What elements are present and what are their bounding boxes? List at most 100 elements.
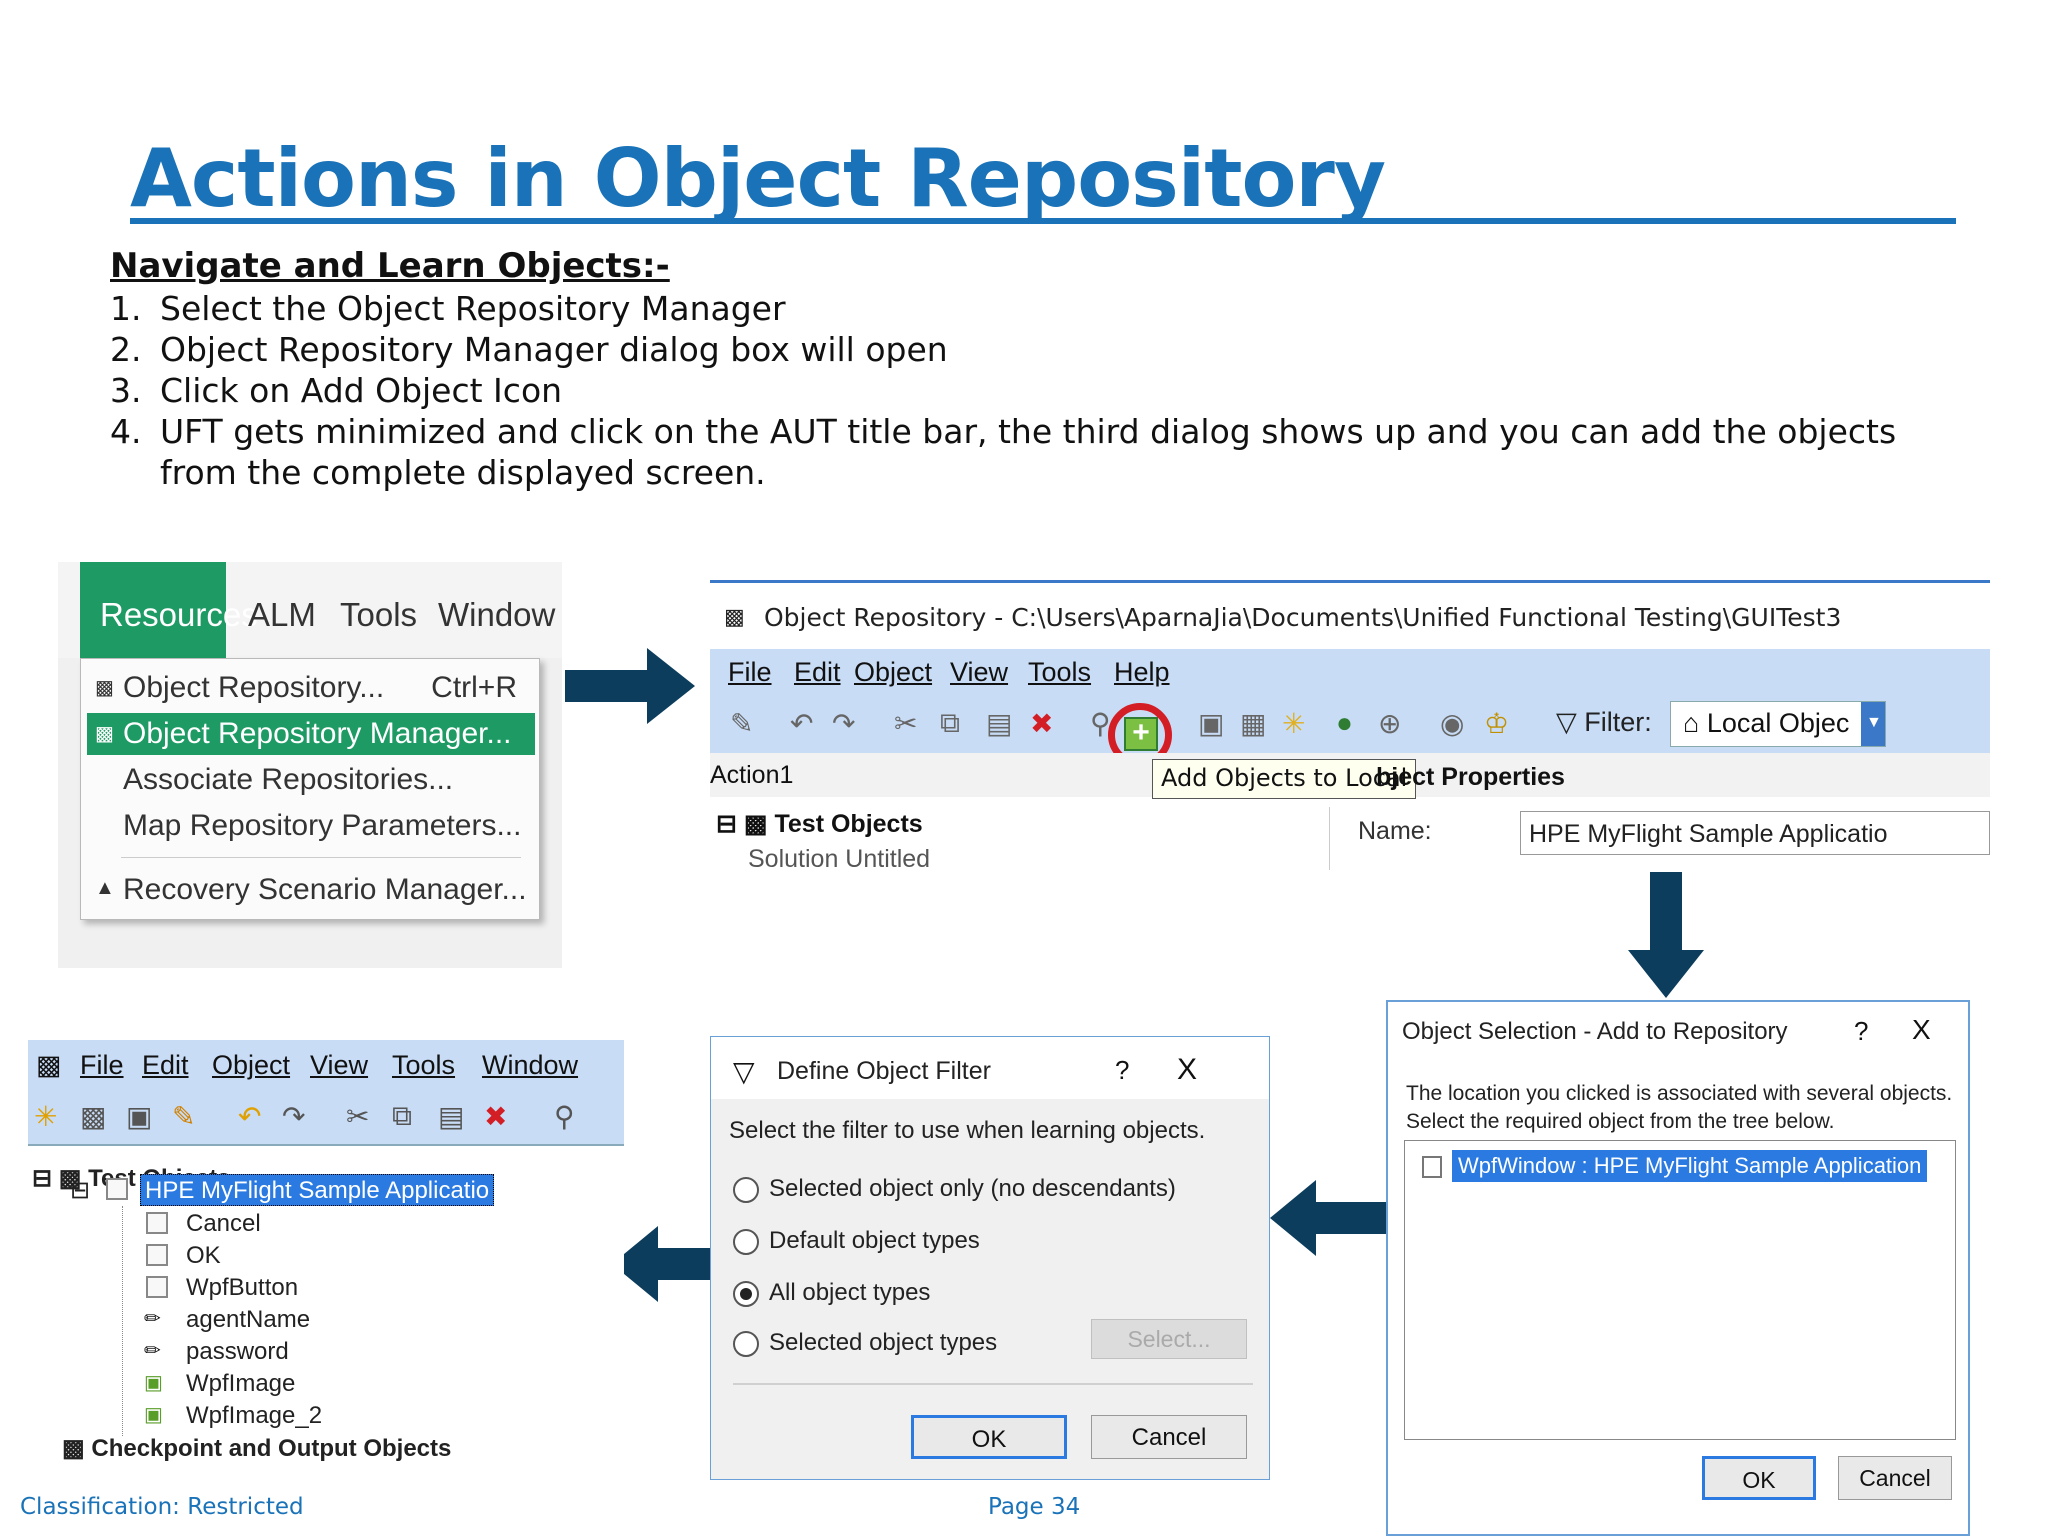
spy-icon[interactable]: ✳ <box>1282 707 1305 740</box>
menu-tools[interactable]: Tools <box>392 1050 455 1081</box>
menu-window[interactable]: Window <box>438 596 555 634</box>
object-repository-window: ▩ Object Repository - C:\Users\AparnaJia… <box>710 580 1990 870</box>
paste-icon[interactable]: ▤ <box>438 1100 464 1133</box>
menu-help[interactable]: Help <box>1114 657 1170 688</box>
step-item: 1. Select the Object Repository Manager <box>110 288 1910 329</box>
radio-label: All object types <box>769 1279 931 1306</box>
chevron-down-icon[interactable]: ▼ <box>1861 702 1885 746</box>
copy-icon[interactable]: ⧉ <box>392 1100 412 1133</box>
cut-icon[interactable]: ✂ <box>894 707 917 740</box>
radio-button[interactable] <box>733 1281 759 1307</box>
menu-item-map-repository-parameters[interactable]: Map Repository Parameters... <box>87 805 535 847</box>
radio-button[interactable] <box>733 1229 759 1255</box>
close-button[interactable]: X <box>1912 1014 1931 1046</box>
close-button[interactable]: X <box>1177 1053 1197 1087</box>
tree-root-test-objects[interactable]: ⊟ ▩ Test Objects <box>716 809 923 839</box>
help-button[interactable]: ? <box>1854 1016 1868 1047</box>
undo-icon[interactable]: ↶ <box>238 1100 261 1133</box>
menu-file[interactable]: File <box>728 657 772 688</box>
toolbar: ✎ ↶ ↷ ✂ ⧉ ▤ ✖ ⚲ ▣ ▦ ✳ ● ⊕ ◉ ♔ ▽ Filter: … <box>710 695 1990 753</box>
radio-button[interactable] <box>733 1331 759 1357</box>
object-icon[interactable]: ▣ <box>1198 707 1224 740</box>
target-icon[interactable]: ⊕ <box>1378 707 1401 740</box>
tree-item-ok[interactable]: OK <box>186 1242 221 1270</box>
image-icon: ▣ <box>144 1372 163 1394</box>
filter-label: ▽ Filter: <box>1556 707 1652 737</box>
tree-item-wpfimage[interactable]: WpfImage <box>186 1370 295 1398</box>
delete-icon[interactable]: ✖ <box>1030 707 1053 740</box>
search-icon[interactable]: ⚲ <box>554 1100 575 1133</box>
tree-item-solution[interactable]: Solution Untitled <box>748 845 930 870</box>
edit-icon[interactable]: ✎ <box>172 1100 195 1133</box>
classification-label: Classification: Restricted <box>20 1494 304 1520</box>
menu-edit[interactable]: Edit <box>142 1050 189 1081</box>
tree-node-label: WpfWindow : HPE MyFlight Sample Applicat… <box>1452 1150 1928 1182</box>
checkbox-icon <box>146 1212 168 1234</box>
ok-button[interactable]: OK <box>1702 1456 1816 1500</box>
help-button[interactable]: ? <box>1115 1055 1129 1086</box>
menu-item-object-repository[interactable]: ▩ Object Repository... Ctrl+R <box>87 667 535 709</box>
redo-icon[interactable]: ↷ <box>832 707 855 740</box>
menu-item-associate-repositories[interactable]: Associate Repositories... <box>87 759 535 801</box>
cancel-button[interactable]: Cancel <box>1091 1415 1247 1459</box>
menu-object[interactable]: Object <box>854 657 932 688</box>
arrow-right-icon <box>565 648 695 724</box>
redo-icon[interactable]: ↷ <box>282 1100 305 1133</box>
checkbox-icon[interactable] <box>1422 1156 1442 1178</box>
menu-object[interactable]: Object <box>212 1050 290 1081</box>
tree-item-agentname[interactable]: agentName <box>186 1306 310 1334</box>
ok-button[interactable]: OK <box>911 1415 1067 1459</box>
step-item: 2. Object Repository Manager dialog box w… <box>110 329 1910 370</box>
step-text: Click on Add Object Icon <box>160 371 563 410</box>
menu-item-object-repository-manager[interactable]: ▩ Object Repository Manager... <box>87 713 535 755</box>
paste-icon[interactable]: ▤ <box>986 707 1012 740</box>
tree-node-app[interactable]: HPE MyFlight Sample Applicatio <box>140 1174 495 1206</box>
tree-line <box>122 1206 123 1436</box>
window-title-bar[interactable]: ▩ Object Repository - C:\Users\AparnaJia… <box>710 583 1990 649</box>
menu-resources[interactable]: Resources <box>80 562 258 658</box>
name-field[interactable]: HPE MyFlight Sample Applicatio <box>1520 811 1990 855</box>
tree-item-wpfbutton[interactable]: WpfButton <box>186 1274 298 1302</box>
cancel-button[interactable]: Cancel <box>1838 1456 1952 1500</box>
image-icon: ▣ <box>144 1404 163 1426</box>
new-icon[interactable]: ✳ <box>34 1100 57 1133</box>
menu-view[interactable]: View <box>950 657 1008 688</box>
menu-window[interactable]: Window <box>482 1050 578 1081</box>
filter-dropdown[interactable]: ⌂ Local Objec ▼ <box>1670 701 1886 747</box>
cube-icon[interactable]: ● <box>1336 707 1353 739</box>
open-icon[interactable]: ▩ <box>80 1100 106 1133</box>
undo-icon[interactable]: ↶ <box>790 707 813 740</box>
menu-view[interactable]: View <box>310 1050 368 1081</box>
delete-icon[interactable]: ✖ <box>484 1100 507 1133</box>
binoculars-icon[interactable]: ◉ <box>1440 707 1464 740</box>
cut-icon[interactable]: ✂ <box>346 1100 369 1133</box>
step-number: 1. <box>110 289 142 328</box>
select-button[interactable]: Select... <box>1091 1319 1247 1359</box>
highlight-icon[interactable]: ▦ <box>1240 707 1266 740</box>
radio-button[interactable] <box>733 1177 759 1203</box>
tree-item-password[interactable]: password <box>186 1338 289 1366</box>
menu-tools[interactable]: Tools <box>1028 657 1091 688</box>
arrow-down-icon <box>1628 872 1704 998</box>
page-number: Page 34 <box>988 1494 1081 1520</box>
menu-edit[interactable]: Edit <box>794 657 841 688</box>
menu-separator <box>121 857 521 858</box>
menu-tools[interactable]: Tools <box>340 596 417 634</box>
checkbox-icon[interactable] <box>106 1178 128 1200</box>
step-text: UFT gets minimized and click on the AUT … <box>160 412 1897 492</box>
crown-icon[interactable]: ♔ <box>1484 707 1509 740</box>
menu-alm[interactable]: ALM <box>248 596 316 634</box>
expand-icon[interactable]: ⊟ <box>70 1176 90 1205</box>
menu-item-label: Associate Repositories... <box>123 763 454 796</box>
menu-file[interactable]: File <box>80 1050 124 1081</box>
save-icon[interactable]: ▣ <box>126 1100 152 1133</box>
pencil-icon: ✏ <box>144 1340 161 1362</box>
resources-dropdown: ▩ Object Repository... Ctrl+R ▩ Object R… <box>80 658 540 920</box>
copy-icon[interactable]: ⧉ <box>940 707 960 740</box>
menu-item-label: Object Repository... <box>123 671 385 704</box>
tree-item-wpfimage-2[interactable]: WpfImage_2 <box>186 1402 322 1430</box>
edit-icon[interactable]: ✎ <box>730 707 753 740</box>
tree-item-checkpoint-output[interactable]: ▩ Checkpoint and Output Objects <box>62 1434 451 1463</box>
tree-item-cancel[interactable]: Cancel <box>186 1210 261 1238</box>
menu-item-recovery-scenario-manager[interactable]: ▲ Recovery Scenario Manager... <box>87 869 535 911</box>
